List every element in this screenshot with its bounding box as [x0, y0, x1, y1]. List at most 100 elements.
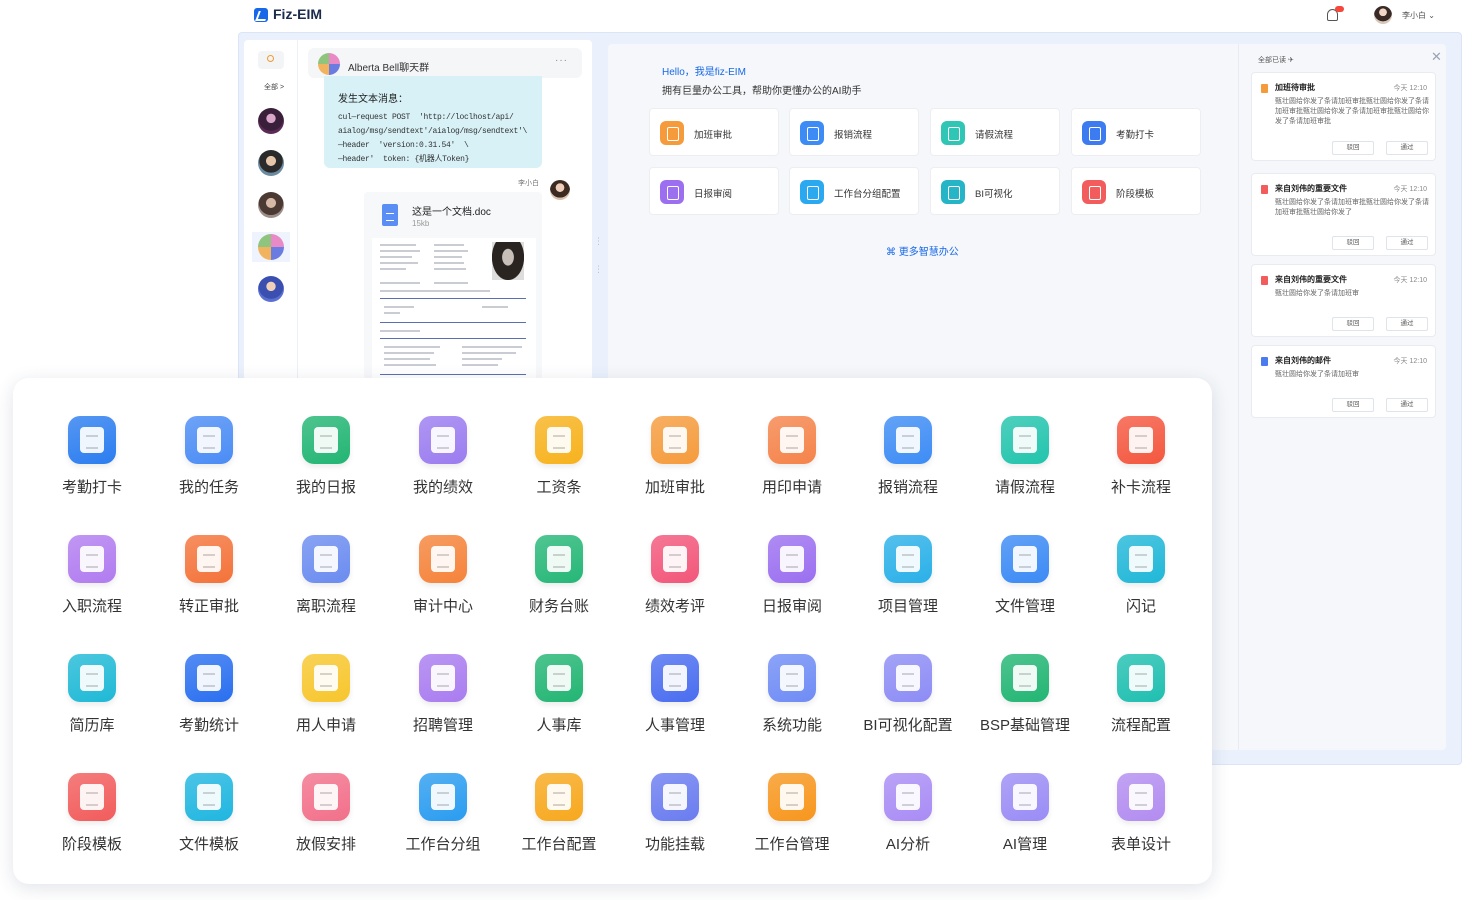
app-item[interactable]: 文件管理 — [967, 535, 1083, 635]
workbench-config-icon — [535, 773, 583, 821]
file-name: 这是一个文档.doc — [412, 207, 491, 218]
evaluation-icon — [651, 535, 699, 583]
system-icon — [768, 654, 816, 702]
approve-button[interactable]: 通过 — [1386, 398, 1428, 412]
app-item[interactable]: AI管理 — [967, 773, 1083, 873]
notification-badge — [1335, 6, 1344, 12]
quick-action-1[interactable]: 加班审批 — [649, 108, 779, 156]
quick-action-2[interactable]: 报销流程 — [789, 108, 919, 156]
notification-body: 甄壮圆给你发了条请加班审 — [1275, 290, 1359, 297]
quick-action-4[interactable]: 考勤打卡 — [1071, 108, 1201, 156]
quick-action-label: 工作台分组配置 — [834, 189, 901, 200]
quick-action-8[interactable]: 阶段模板 — [1071, 167, 1201, 215]
reject-button[interactable]: 驳回 — [1332, 398, 1374, 412]
avatar[interactable] — [1374, 6, 1392, 24]
user-menu[interactable]: 李小白 ⌄ — [1402, 10, 1435, 21]
app-item[interactable]: 离职流程 — [268, 535, 384, 635]
approve-button[interactable]: 通过 — [1386, 236, 1428, 250]
app-item[interactable]: 文件模板 — [151, 773, 267, 873]
resume-photo — [492, 242, 524, 280]
chat-header: Alberta Bell聊天群 ··· — [308, 48, 582, 78]
filter-all[interactable]: 全部 > — [264, 82, 284, 92]
flash-note-icon — [1117, 535, 1165, 583]
file-message[interactable]: 这是一个文档.doc 15kb — [364, 192, 542, 380]
contact-avatar[interactable] — [258, 276, 284, 302]
mark-all-read-button[interactable]: 全部已读 ✈ — [1258, 55, 1294, 65]
workbench-manage-icon — [768, 773, 816, 821]
reject-button[interactable]: 驳回 — [1332, 141, 1374, 155]
reject-button[interactable]: 驳回 — [1332, 317, 1374, 331]
quick-action-7[interactable]: BI可视化 — [930, 167, 1060, 215]
audit-icon — [419, 535, 467, 583]
app-item[interactable]: 表单设计 — [1083, 773, 1199, 873]
app-item[interactable]: 我的日报 — [268, 416, 384, 516]
contact-list: 全部 > — [244, 40, 298, 380]
message-code: cul—request POST 'http://loclhost/api/ a… — [338, 113, 528, 164]
more-smart-office-link[interactable]: ⌘ 更多智慧办公 — [886, 243, 959, 258]
app-item[interactable]: 工作台分组 — [385, 773, 501, 873]
quick-action-icon — [660, 180, 684, 204]
app-item[interactable]: 审计中心 — [385, 535, 501, 635]
app-item[interactable]: 人事库 — [501, 654, 617, 754]
app-label: 绩效考评 — [644, 598, 705, 615]
quick-action-6[interactable]: 工作台分组配置 — [789, 167, 919, 215]
app-item[interactable]: 用人申请 — [268, 654, 384, 754]
quick-action-3[interactable]: 请假流程 — [930, 108, 1060, 156]
contact-avatar[interactable] — [258, 150, 284, 176]
app-item[interactable]: 工作台管理 — [734, 773, 850, 873]
app-item[interactable]: 报销流程 — [850, 416, 966, 516]
app-item[interactable]: 简历库 — [34, 654, 150, 754]
project-icon — [884, 535, 932, 583]
app-item[interactable]: AI分析 — [850, 773, 966, 873]
contact-avatar[interactable] — [258, 192, 284, 218]
more-icon[interactable]: ··· — [555, 55, 568, 66]
app-item[interactable]: 转正审批 — [151, 535, 267, 635]
contact-avatar[interactable] — [258, 108, 284, 134]
app-item[interactable]: 加班审批 — [617, 416, 733, 516]
quick-action-label: 阶段模板 — [1116, 189, 1155, 200]
app-item[interactable]: 系统功能 — [734, 654, 850, 754]
app-item[interactable]: 招聘管理 — [385, 654, 501, 754]
approve-button[interactable]: 通过 — [1386, 317, 1428, 331]
app-item[interactable]: 项目管理 — [850, 535, 966, 635]
contact-avatar-group[interactable] — [258, 234, 284, 260]
message-bubble: 发生文本消息： cul—request POST 'http://loclhos… — [324, 76, 542, 168]
app-item[interactable]: 我的任务 — [151, 416, 267, 516]
app-item[interactable]: 闪记 — [1083, 535, 1199, 635]
search-button[interactable] — [258, 51, 284, 69]
app-item[interactable]: 财务台账 — [501, 535, 617, 635]
app-item[interactable]: 功能挂载 — [617, 773, 733, 873]
app-item[interactable]: 请假流程 — [967, 416, 1083, 516]
app-item[interactable]: 日报审阅 — [734, 535, 850, 635]
app-item[interactable]: 阶段模板 — [34, 773, 150, 873]
reject-button[interactable]: 驳回 — [1332, 236, 1374, 250]
resize-handle[interactable]: ⋮ — [594, 265, 603, 274]
app-item[interactable]: 用印申请 — [734, 416, 850, 516]
app-item[interactable]: 工资条 — [501, 416, 617, 516]
app-label: 阶段模板 — [61, 836, 122, 853]
quick-action-5[interactable]: 日报审阅 — [649, 167, 779, 215]
app-label: 用人申请 — [295, 717, 356, 734]
approve-button[interactable]: 通过 — [1386, 141, 1428, 155]
app-item[interactable]: 补卡流程 — [1083, 416, 1199, 516]
app-item[interactable]: 工作台配置 — [501, 773, 617, 873]
mount-icon — [651, 773, 699, 821]
app-item[interactable]: 流程配置 — [1083, 654, 1199, 754]
message-title: 发生文本消息： — [338, 94, 408, 105]
app-label: 功能挂载 — [644, 836, 705, 853]
onboarding-icon — [68, 535, 116, 583]
app-item[interactable]: 考勤统计 — [151, 654, 267, 754]
app-item[interactable]: BI可视化配置 — [850, 654, 966, 754]
app-label: 考勤打卡 — [61, 479, 122, 496]
app-item[interactable]: 我的绩效 — [385, 416, 501, 516]
app-item[interactable]: 绩效考评 — [617, 535, 733, 635]
close-icon[interactable]: ✕ — [1431, 49, 1442, 65]
notification-card: 来自刘伟的重要文件 今天 12:10 甄壮圆给你发了条请加班审批甄壮圆给你发了条请加… — [1251, 173, 1436, 256]
app-item[interactable]: BSP基础管理 — [967, 654, 1083, 754]
group-avatar — [318, 53, 340, 75]
app-item[interactable]: 人事管理 — [617, 654, 733, 754]
app-item[interactable]: 放假安排 — [268, 773, 384, 873]
resize-handle[interactable]: ⋮ — [594, 237, 603, 246]
app-item[interactable]: 入职流程 — [34, 535, 150, 635]
app-item[interactable]: 考勤打卡 — [34, 416, 150, 516]
